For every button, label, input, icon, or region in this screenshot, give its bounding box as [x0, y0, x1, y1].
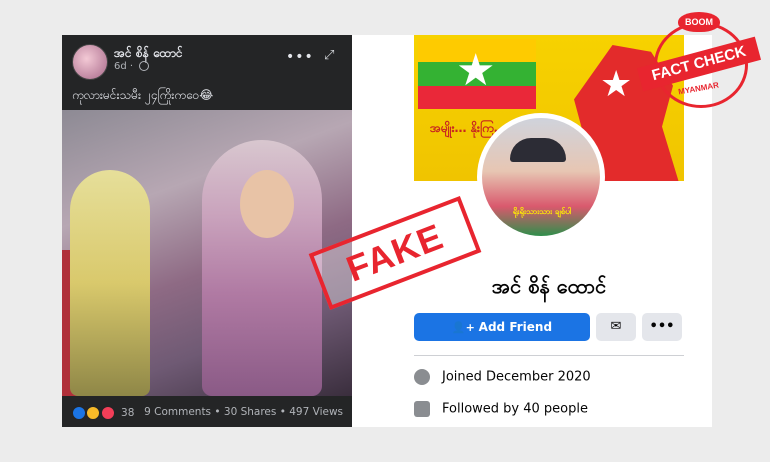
reaction-count: 38	[121, 407, 135, 419]
like-reaction-icon	[72, 406, 86, 420]
video-dancer-left	[70, 170, 150, 396]
haha-reaction-icon	[86, 406, 101, 420]
facebook-post: အင် စိန် ထောင် 6d · ••• ⤢ ကုလားမင်းသမီး …	[62, 35, 352, 427]
love-reaction-icon	[100, 406, 115, 420]
flag-star-icon: ★	[456, 45, 496, 96]
profile-more-button[interactable]: •••	[642, 313, 682, 341]
post-meta: 6d ·	[114, 61, 150, 72]
add-friend-button[interactable]: 👤+ Add Friend	[414, 313, 590, 341]
divider	[414, 355, 684, 356]
globe-icon	[139, 61, 150, 71]
profile-name: အင် စိန် ထောင်	[491, 274, 607, 298]
post-footer: 38 9 Comments • 30 Shares • 497 Views	[62, 396, 352, 427]
reactions[interactable]: 38	[72, 406, 134, 420]
profile-photo-text: ရိုးရိုးသားသား ချစ်ပါ	[512, 207, 572, 216]
add-person-icon: 👤+	[451, 321, 479, 334]
expand-icon[interactable]: ⤢	[324, 48, 334, 63]
profile-photo-cap	[510, 138, 566, 162]
video-dancer-face	[240, 170, 294, 238]
joined-info: Joined December 2020	[414, 369, 591, 385]
messenger-icon: ✉	[610, 319, 622, 334]
post-time[interactable]: 6d ·	[114, 61, 133, 72]
profile-picture[interactable]: ရိုးရိုးသားသား ချစ်ပါ	[477, 113, 605, 241]
boom-label: BOOM	[678, 12, 720, 32]
add-friend-label: Add Friend	[478, 320, 553, 334]
clock-icon	[414, 369, 430, 385]
post-caption: ကုလားမင်းသမီး ၂၄ကြိုးကဝေ😂	[72, 88, 214, 102]
author-avatar[interactable]	[72, 44, 108, 80]
followed-info[interactable]: Followed by 40 people	[414, 401, 588, 417]
post-stats[interactable]: 9 Comments • 30 Shares • 497 Views	[144, 406, 343, 418]
screenshot-canvas: အင် စိန် ထောင် 6d · ••• ⤢ ကုလားမင်းသမီး …	[62, 35, 712, 427]
map-star-icon: ★	[600, 64, 633, 105]
post-more-button[interactable]: •••	[286, 49, 314, 65]
messenger-button[interactable]: ✉	[596, 313, 636, 341]
boom-fact-check-logo: BOOM FACT CHECK MYANMAR	[636, 8, 762, 108]
followers-icon	[414, 401, 430, 417]
